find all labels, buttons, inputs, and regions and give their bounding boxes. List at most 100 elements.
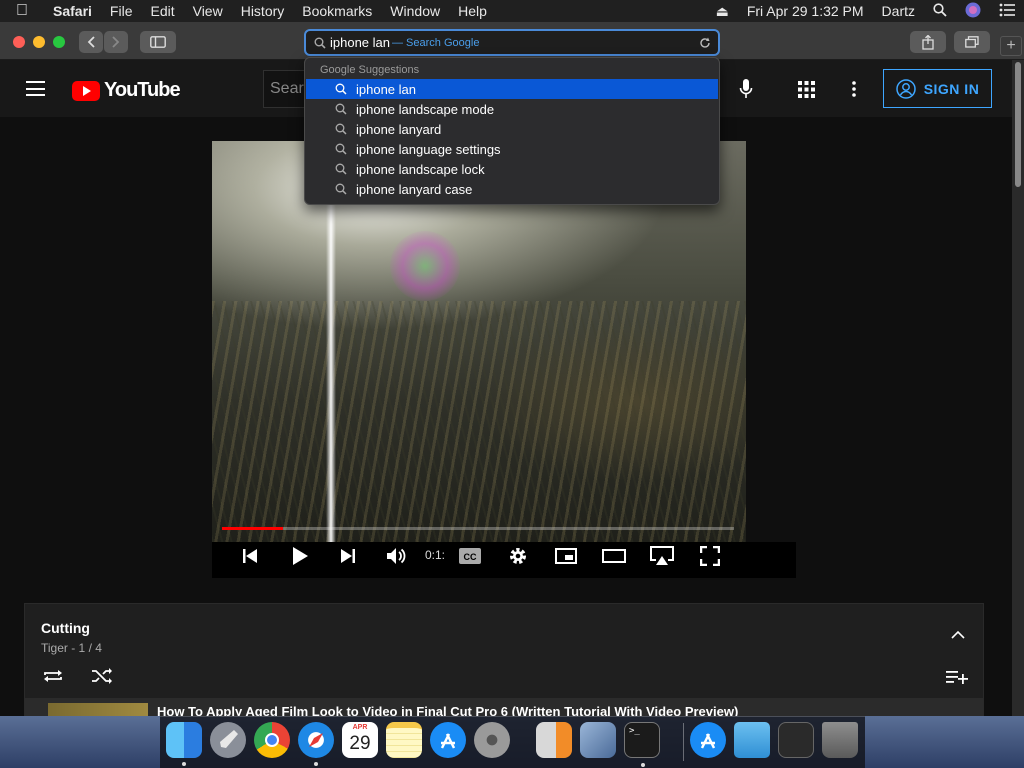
back-button[interactable] [79,31,103,53]
menu-history[interactable]: History [232,3,294,19]
playlist-title[interactable]: Cutting [41,620,90,636]
next-video-button[interactable] [336,545,360,567]
miniplayer-button[interactable] [554,545,578,567]
play-icon [293,547,308,565]
user-name[interactable]: Dartz [873,3,924,19]
menu-bookmarks[interactable]: Bookmarks [293,3,381,19]
captions-button[interactable]: CC [458,545,482,567]
airplay-icon [650,546,674,565]
loop-playlist-button[interactable] [42,668,64,689]
safari-icon[interactable] [298,722,334,766]
dock: APR 29 >_ [160,716,865,768]
miniplayer-icon [555,548,577,564]
finder-icon[interactable] [166,722,202,766]
minimize-window-button[interactable] [33,36,45,48]
menu-view[interactable]: View [184,3,232,19]
clock[interactable]: Fri Apr 29 1:32 PM [738,3,873,19]
calendar-icon[interactable]: APR 29 [342,722,378,758]
new-tab-button[interactable]: + [1000,36,1022,56]
gear-icon [510,548,526,564]
calculator-icon[interactable] [536,722,572,758]
suggestion-label: iphone lanyard case [356,181,473,197]
suggestion-item[interactable]: iphone landscape mode [306,99,718,119]
zoom-window-button[interactable] [53,36,65,48]
sign-in-button[interactable]: SIGN IN [883,69,992,108]
suggestion-item[interactable]: iphone lanyard case [306,179,718,199]
spotlight-search-icon[interactable] [924,2,956,20]
svg-text:CC: CC [464,552,477,562]
preview-icon[interactable] [580,722,616,758]
youtube-logo[interactable]: YouTube [72,79,181,102]
more-options-icon[interactable] [851,81,857,97]
fullscreen-button[interactable] [698,545,722,567]
launchpad-icon[interactable] [210,722,246,758]
reload-icon[interactable] [699,37,711,49]
playlist-item-title[interactable]: How To Apply Aged Film Look to Video in … [157,705,757,716]
calendar-month: APR [352,724,368,731]
suggestion-label: iphone lanyard [356,121,442,137]
theater-mode-button[interactable] [602,545,626,567]
video-progress-played [222,527,284,530]
repeat-icon [44,670,62,682]
youtube-logo-text: YouTube [104,79,181,101]
chevron-up-icon [951,630,965,639]
video-frame-grass [212,301,746,542]
search-icon [335,123,347,135]
search-icon [335,143,347,155]
trash-icon[interactable] [822,722,858,758]
volume-button[interactable] [384,545,408,567]
shuffle-playlist-button[interactable] [91,668,113,689]
dock-separator [683,723,684,761]
downloads-folder-icon[interactable] [734,722,770,758]
collapse-playlist-button[interactable] [951,626,965,644]
hamburger-menu-icon[interactable] [26,81,45,96]
video-progress-bar[interactable] [222,527,734,530]
save-playlist-button[interactable] [946,670,968,689]
calendar-day: 29 [349,733,371,754]
eject-icon[interactable]: ⏏ [707,3,738,20]
settings-button[interactable] [506,545,530,567]
sidebar-toggle-button[interactable] [140,31,176,53]
fullscreen-icon [700,546,720,566]
apple-menu-icon[interactable]:  [0,2,44,20]
suggestion-item[interactable]: iphone language settings [306,139,718,159]
chevron-right-icon [112,36,120,48]
app-store-folder-icon[interactable] [690,722,726,758]
menu-help[interactable]: Help [449,3,496,19]
tab-overview-button[interactable] [954,31,990,53]
search-icon [335,83,347,95]
previous-video-button[interactable] [238,545,262,567]
page-scrollbar[interactable] [1012,60,1024,716]
apps-grid-icon[interactable] [798,81,815,98]
menu-app-safari[interactable]: Safari [44,3,101,19]
closed-captions-icon: CC [459,548,481,564]
sign-in-label: SIGN IN [923,80,980,97]
airplay-button[interactable] [650,545,674,567]
address-bar[interactable]: iphone lan — Search Google [304,29,720,56]
chrome-icon[interactable] [254,722,290,758]
system-preferences-icon[interactable] [474,722,510,758]
siri-icon[interactable] [956,2,990,21]
microphone-icon[interactable] [739,79,753,99]
suggestion-item[interactable]: iphone landscape lock [306,159,718,179]
chevron-left-icon [87,36,95,48]
play-button[interactable] [288,545,312,567]
playlist-panel: Cutting Tiger - 1 / 4 [24,603,984,717]
suggestion-item[interactable]: iphone lan [306,79,718,99]
address-query-text: iphone lan [330,35,390,50]
video-time: 0:1: [425,548,446,562]
menu-edit[interactable]: Edit [141,3,183,19]
suggestion-item[interactable]: iphone lanyard [306,119,718,139]
menu-file[interactable]: File [101,3,142,19]
recent-documents-stack-icon[interactable] [778,722,814,758]
menu-window[interactable]: Window [381,3,449,19]
forward-button[interactable] [104,31,128,53]
playlist-item-thumbnail[interactable] [48,703,148,716]
notification-center-icon[interactable] [990,3,1024,20]
share-button[interactable] [910,31,946,53]
terminal-icon[interactable]: >_ [624,722,660,767]
app-store-icon[interactable] [430,722,466,758]
close-window-button[interactable] [13,36,25,48]
scrollbar-thumb[interactable] [1015,62,1021,187]
notes-icon[interactable] [386,722,422,758]
